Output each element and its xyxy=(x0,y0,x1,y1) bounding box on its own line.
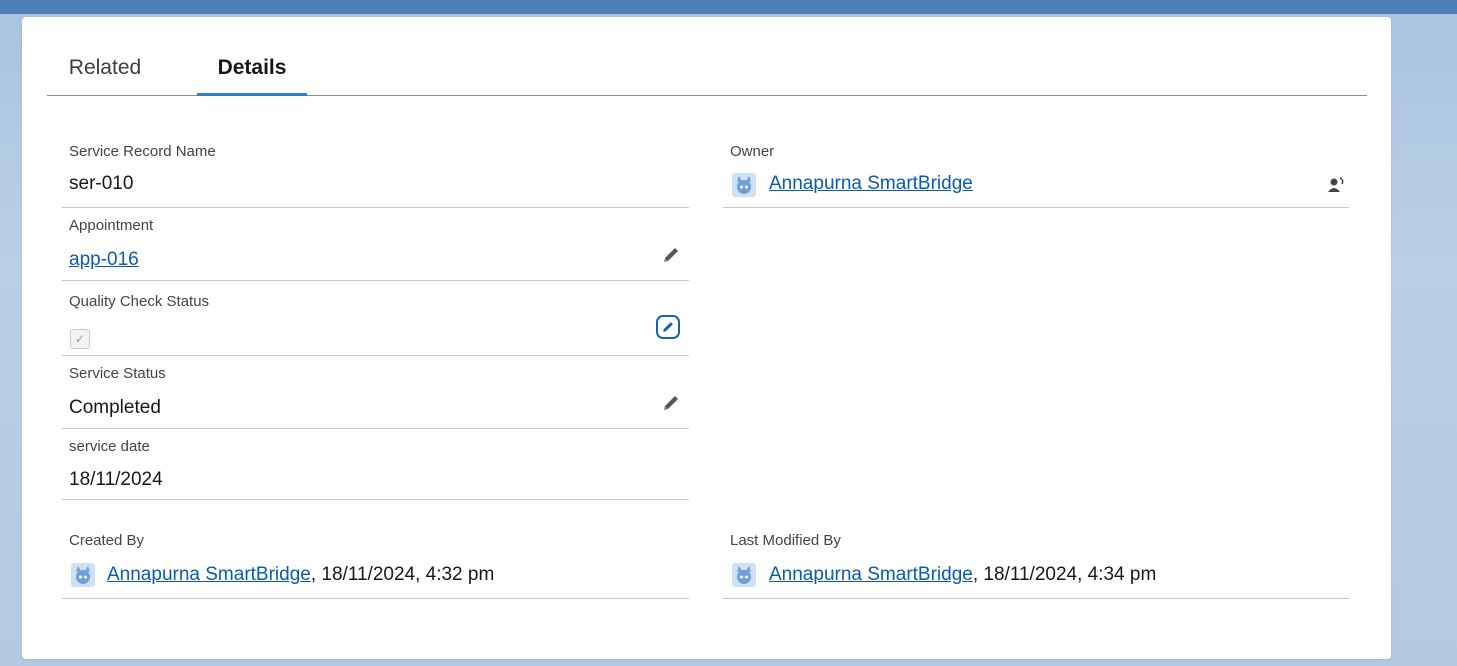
field-label: Service Status xyxy=(69,365,166,382)
field-value: Completed xyxy=(69,397,161,418)
created-by-timestamp: , 18/11/2024, 4:32 pm xyxy=(310,564,495,585)
quality-check-checkbox[interactable]: ✓ xyxy=(70,329,90,349)
field-service-status: Service Status Completed xyxy=(62,355,689,429)
field-label: Created By xyxy=(69,532,145,549)
field-appointment: Appointment app-016 xyxy=(62,207,689,281)
last-modified-by-value: Annapurna SmartBridge, 18/11/2024, 4:34 … xyxy=(769,564,1156,586)
user-avatar-icon xyxy=(71,563,95,587)
field-label: Owner xyxy=(730,143,775,160)
field-service-date: service date 18/11/2024 xyxy=(62,428,689,500)
last-modified-by-timestamp: , 18/11/2024, 4:34 pm xyxy=(972,564,1157,585)
pencil-icon[interactable] xyxy=(661,393,681,413)
appointment-link[interactable]: app-016 xyxy=(69,249,139,271)
change-owner-icon[interactable] xyxy=(1326,175,1346,195)
field-service-record-name: Service Record Name ser-010 xyxy=(62,135,689,208)
pencil-icon xyxy=(663,322,673,332)
user-avatar-icon xyxy=(732,173,756,197)
field-value: ser-010 xyxy=(69,173,134,194)
last-modified-by-user-link[interactable]: Annapurna SmartBridge xyxy=(769,564,973,585)
created-by-value: Annapurna SmartBridge, 18/11/2024, 4:32 … xyxy=(107,564,494,586)
field-label: Last Modified By xyxy=(730,532,841,549)
pencil-icon-focused[interactable] xyxy=(656,315,680,339)
tab-related[interactable]: Related xyxy=(65,53,145,94)
field-label: Appointment xyxy=(69,217,154,234)
field-label: Quality Check Status xyxy=(69,293,210,310)
field-owner: Owner Annapurna SmartBridge xyxy=(723,135,1349,208)
owner-link[interactable]: Annapurna SmartBridge xyxy=(769,173,973,195)
user-avatar-icon xyxy=(732,563,756,587)
field-value: 18/11/2024 xyxy=(69,469,163,490)
page-header-band xyxy=(0,0,1457,14)
tab-bar: Related Details xyxy=(47,53,1367,96)
field-label: Service Record Name xyxy=(69,143,216,160)
pencil-icon[interactable] xyxy=(661,245,681,265)
field-last-modified-by: Last Modified By Annapurna SmartBridge, … xyxy=(723,522,1349,599)
field-created-by: Created By Annapurna SmartBridge, 18/11/… xyxy=(62,522,689,599)
created-by-user-link[interactable]: Annapurna SmartBridge xyxy=(107,564,311,585)
checkmark-icon: ✓ xyxy=(74,332,86,346)
tab-details[interactable]: Details xyxy=(197,53,307,96)
field-label: service date xyxy=(69,438,150,455)
field-quality-check-status: Quality Check Status ✓ xyxy=(62,280,689,356)
record-detail-card: Related Details Service Record Name ser-… xyxy=(22,17,1391,659)
